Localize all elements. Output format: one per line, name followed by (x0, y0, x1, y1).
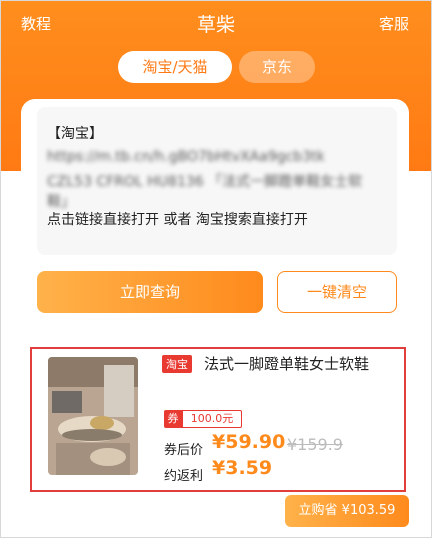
input-line-end: 鞋」 (47, 194, 75, 210)
app-title: 草柴 (196, 14, 235, 36)
price-label: 券后价 (164, 443, 204, 458)
customer-service-link[interactable]: 客服 (379, 13, 409, 34)
rebate-value: ¥3.59 (212, 457, 273, 479)
input-line: 【淘宝】 (47, 126, 103, 142)
product-image[interactable] (48, 357, 138, 475)
product-result-card[interactable]: 法式一脚蹬单鞋女士软鞋 淘宝 券 100.0元 券后价 ¥59.90 ¥159.… (30, 347, 406, 492)
shoe-photo-icon (48, 357, 138, 475)
coupon-value: 100.0元 (182, 410, 242, 428)
tab-taobao-tmall[interactable]: 淘宝/天猫 (118, 51, 232, 83)
platform-tag: 淘宝 (162, 355, 192, 373)
product-title: 法式一脚蹬单鞋女士软鞋 (204, 355, 370, 373)
top-bar: 教程 草柴 客服 (1, 1, 431, 45)
coupon-label: 券 (164, 410, 182, 428)
original-price: ¥159.9 (287, 435, 343, 454)
rebate-label: 约返利 (164, 469, 204, 484)
input-line-url: https://m.tb.cn/h.gBO7bHtvXAa9gcb3tk (47, 149, 325, 165)
input-line-code: CZL53 CFROL HU8136 「法式一脚蹬单鞋女士软 (47, 174, 363, 190)
app-frame: 教程 草柴 客服 淘宝/天猫 京东 【淘宝】 https://m.tb.cn/h… (0, 0, 432, 538)
query-card: 【淘宝】 https://m.tb.cn/h.gBO7bHtvXAa9gcb3t… (21, 99, 409, 327)
buy-now-button[interactable]: 立购省 ¥103.59 (285, 495, 409, 527)
tab-jd[interactable]: 京东 (239, 51, 315, 83)
platform-tabs: 淘宝/天猫 京东 (1, 51, 431, 83)
input-line-instruction: 点击链接直接打开 或者 淘宝搜索直接打开 (47, 212, 308, 228)
query-button[interactable]: 立即查询 (37, 271, 263, 313)
link-input-box[interactable]: 【淘宝】 https://m.tb.cn/h.gBO7bHtvXAa9gcb3t… (37, 107, 397, 255)
clear-button[interactable]: 一键清空 (277, 271, 397, 313)
price-after-coupon: ¥59.90 (212, 431, 286, 453)
